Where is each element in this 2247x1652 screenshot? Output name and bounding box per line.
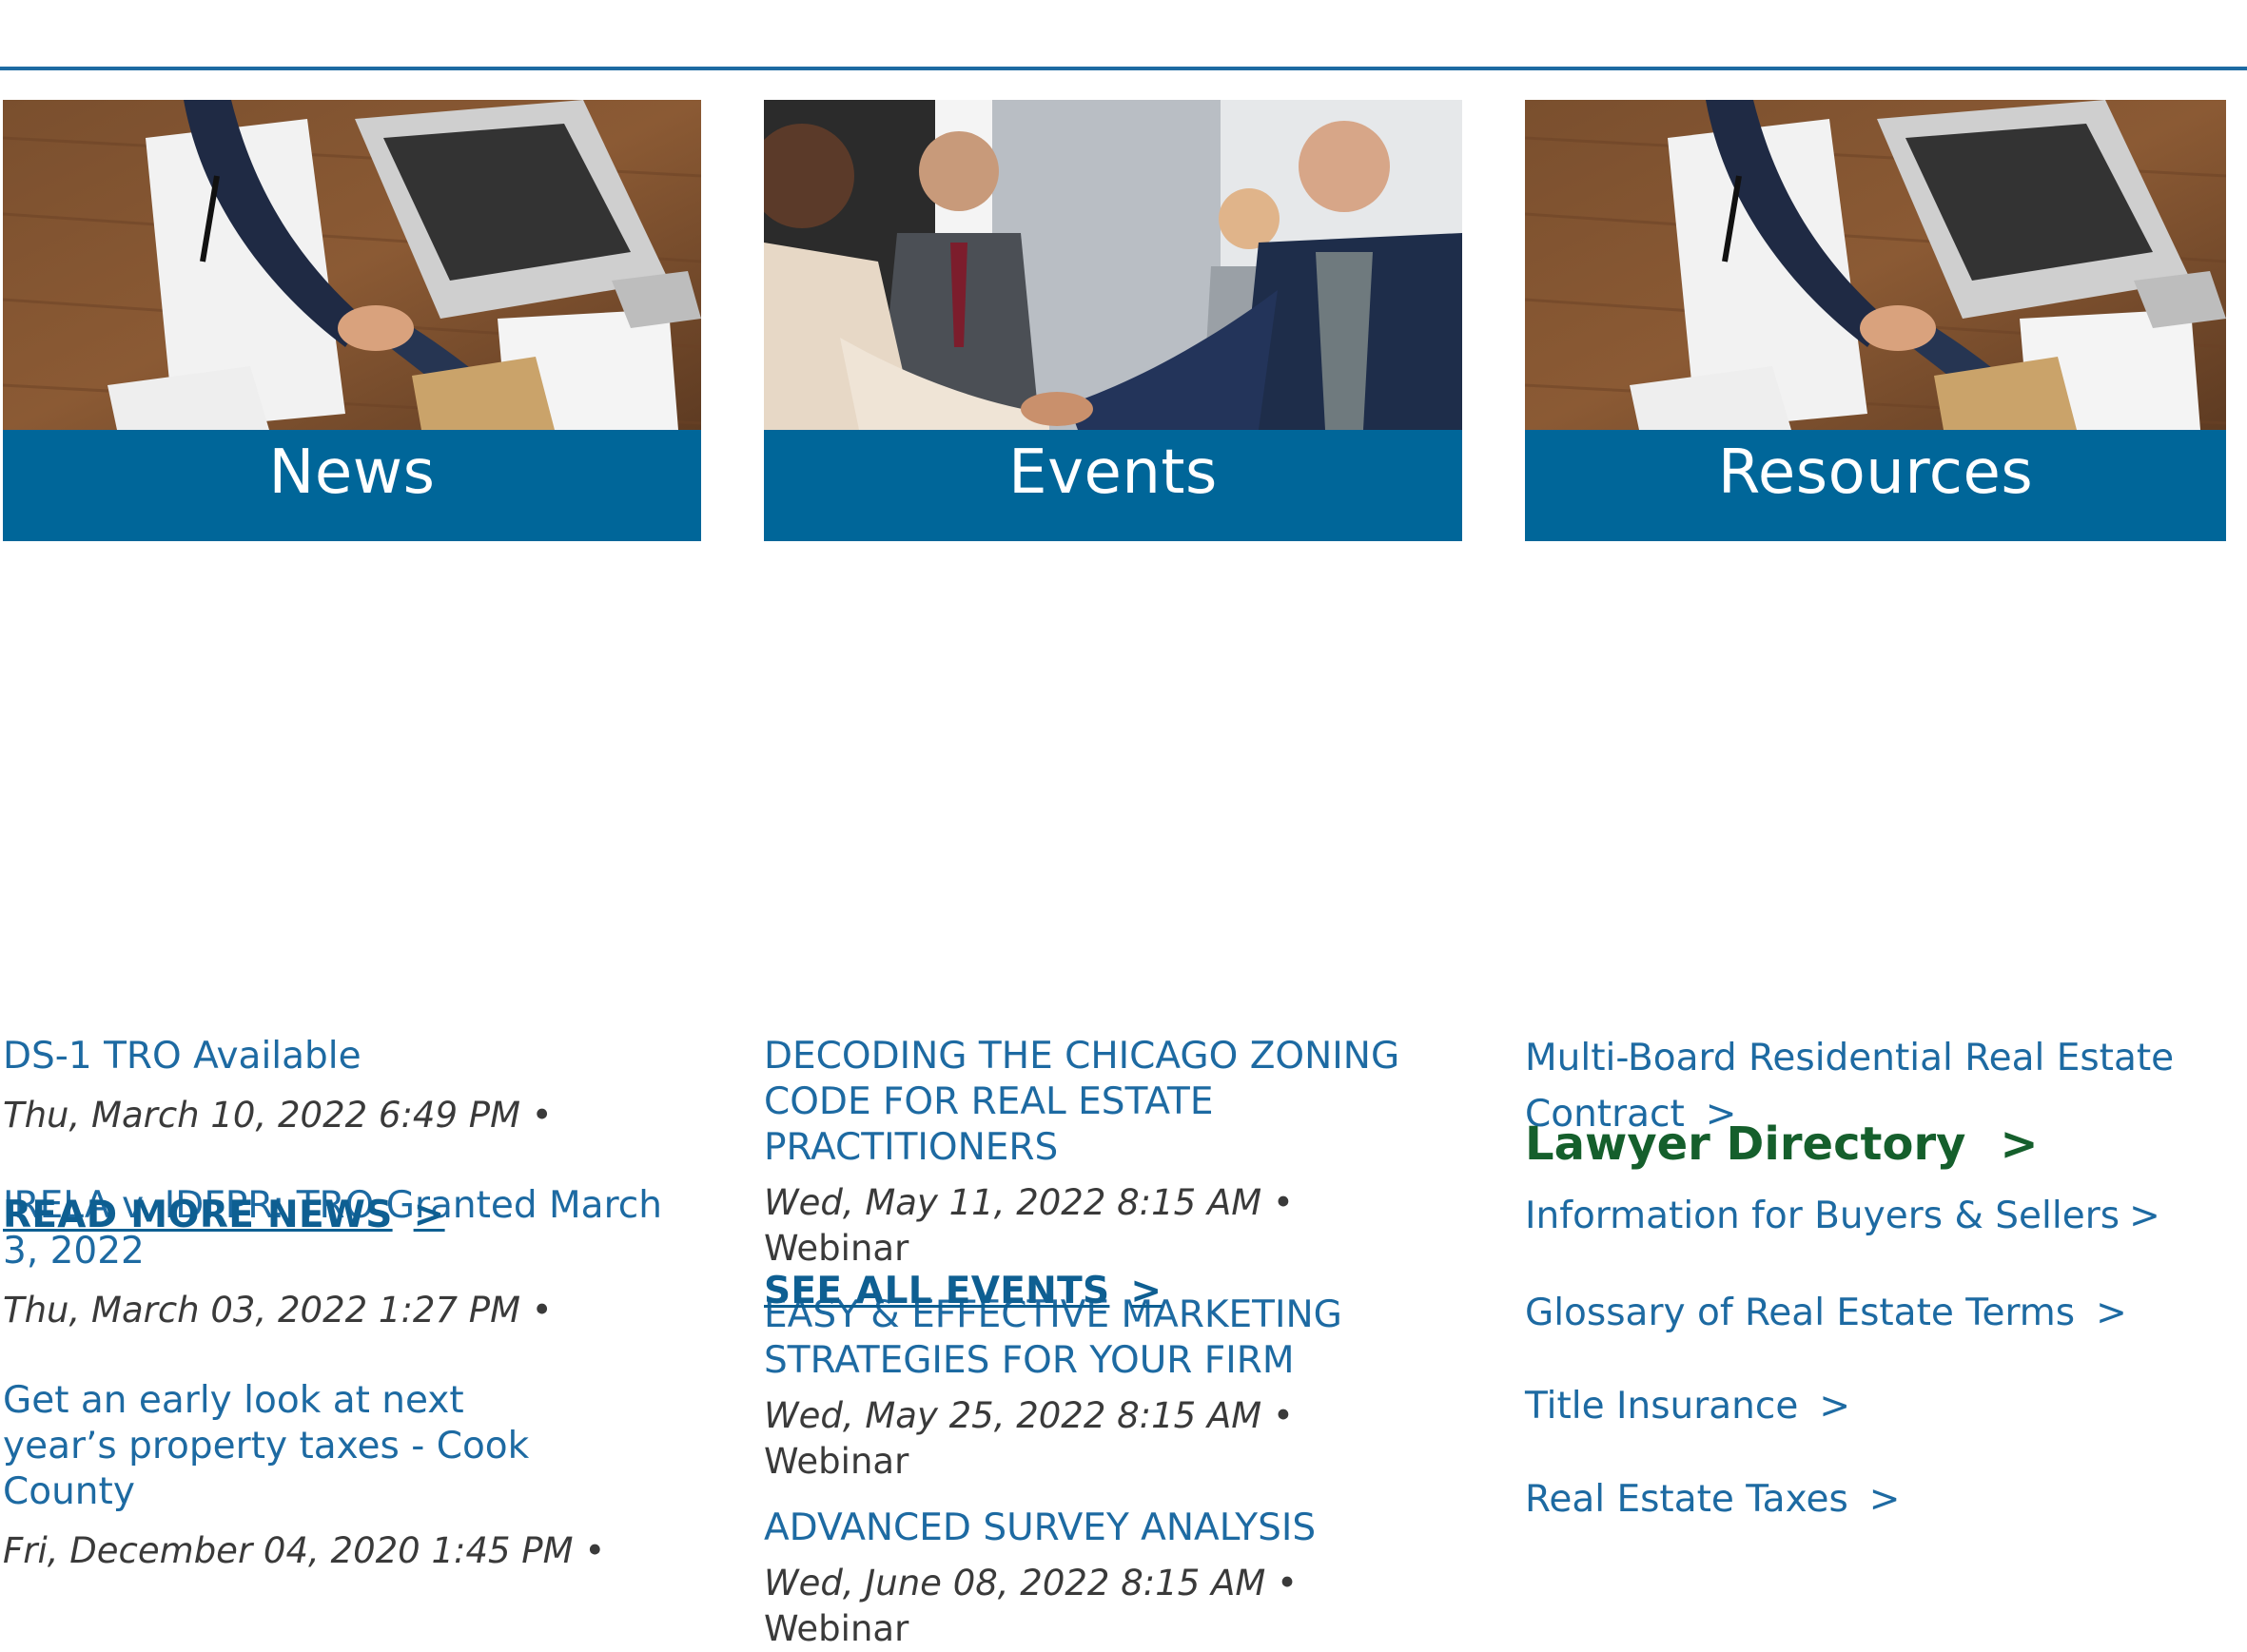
news-header: News — [3, 430, 701, 541]
resources-header: Resources — [1525, 430, 2226, 541]
events-image[interactable] — [764, 100, 1462, 430]
news-item-date: Thu, March 10, 2022 6:49 PM • — [3, 1095, 553, 1136]
event-item: ADVANCED SURVEY ANALYSIS Wed, June 08, 2… — [764, 1506, 1430, 1652]
handshake-desk-photo-icon — [1525, 100, 2226, 430]
events-header: Events — [764, 430, 1462, 541]
resource-link-glossary[interactable]: Glossary of Real Estate Terms > — [1525, 1285, 2191, 1341]
chevron-right-icon: > — [1130, 1270, 1163, 1312]
resource-link-label: Real Estate Taxes — [1525, 1478, 1848, 1521]
resource-link-buyers-sellers[interactable]: Information for Buyers & Sellers > — [1525, 1188, 2191, 1244]
see-all-events-label: SEE ALL EVENTS — [764, 1270, 1110, 1312]
news-item-date: Fri, December 04, 2020 1:45 PM • — [3, 1530, 606, 1571]
handshake-desk-photo-icon — [3, 100, 701, 430]
event-item-meta: Wed, May 25, 2022 8:15 AM • Webinar — [764, 1395, 1294, 1482]
resource-link-label: Title Insurance — [1525, 1385, 1799, 1428]
event-item: DECODING THE CHICAGO ZONING CODE FOR REA… — [764, 1034, 1430, 1272]
read-more-news-link[interactable]: READ MORE NEWS > — [3, 1194, 445, 1236]
news-item-date: Thu, March 03, 2022 1:27 PM • — [3, 1290, 553, 1331]
chevron-right-icon: > — [2096, 1292, 2127, 1334]
resource-link-label: Glossary of Real Estate Terms — [1525, 1292, 2076, 1334]
event-item-title[interactable]: DECODING THE CHICAGO ZONING CODE FOR REA… — [764, 1034, 1430, 1171]
event-item-meta: Wed, May 11, 2022 8:15 AM • Webinar — [764, 1182, 1294, 1269]
resource-link-title-insurance[interactable]: Title Insurance > — [1525, 1378, 2191, 1434]
resources-image[interactable] — [1525, 100, 2226, 430]
chevron-right-icon: > — [1819, 1385, 1851, 1428]
chevron-right-icon: > — [2129, 1195, 2160, 1237]
news-column: News DS-1 TRO Available Thu, March 10, 2… — [3, 100, 701, 1571]
top-divider — [0, 67, 2247, 70]
chevron-right-icon: > — [2000, 1118, 2039, 1171]
read-more-news-label: READ MORE NEWS — [3, 1194, 393, 1236]
chevron-right-icon: > — [413, 1194, 445, 1236]
news-item: Get an early look at next year’s propert… — [3, 1378, 688, 1574]
events-column: Events DECODING THE CHICAGO ZONING CODE … — [764, 100, 1462, 1649]
chevron-right-icon: > — [1868, 1478, 1901, 1521]
resource-link-real-estate-taxes[interactable]: Real Estate Taxes > — [1525, 1471, 2191, 1527]
news-item: DS-1 TRO Available Thu, March 10, 2022 6… — [3, 1034, 688, 1138]
lawyer-directory-link[interactable]: Lawyer Directory > — [1525, 1118, 2039, 1171]
resources-column: Resources Multi-Board Residential Real E… — [1525, 100, 2226, 1521]
business-handshake-photo-icon — [764, 100, 1462, 430]
news-item-title[interactable]: DS-1 TRO Available — [3, 1034, 688, 1079]
event-item-meta: Wed, June 08, 2022 8:15 AM • Webinar — [764, 1563, 1298, 1649]
lawyer-directory-label: Lawyer Directory — [1525, 1118, 1966, 1171]
news-item-title[interactable]: Get an early look at next year’s propert… — [3, 1378, 574, 1515]
see-all-events-link[interactable]: SEE ALL EVENTS > — [764, 1270, 1162, 1312]
news-image[interactable] — [3, 100, 701, 430]
event-item-title[interactable]: ADVANCED SURVEY ANALYSIS — [764, 1506, 1430, 1551]
event-item: EASY & EFFECTIVE MARKETING STRATEGIES FO… — [764, 1292, 1430, 1485]
resource-link-label: Information for Buyers & Sellers — [1525, 1195, 2120, 1237]
